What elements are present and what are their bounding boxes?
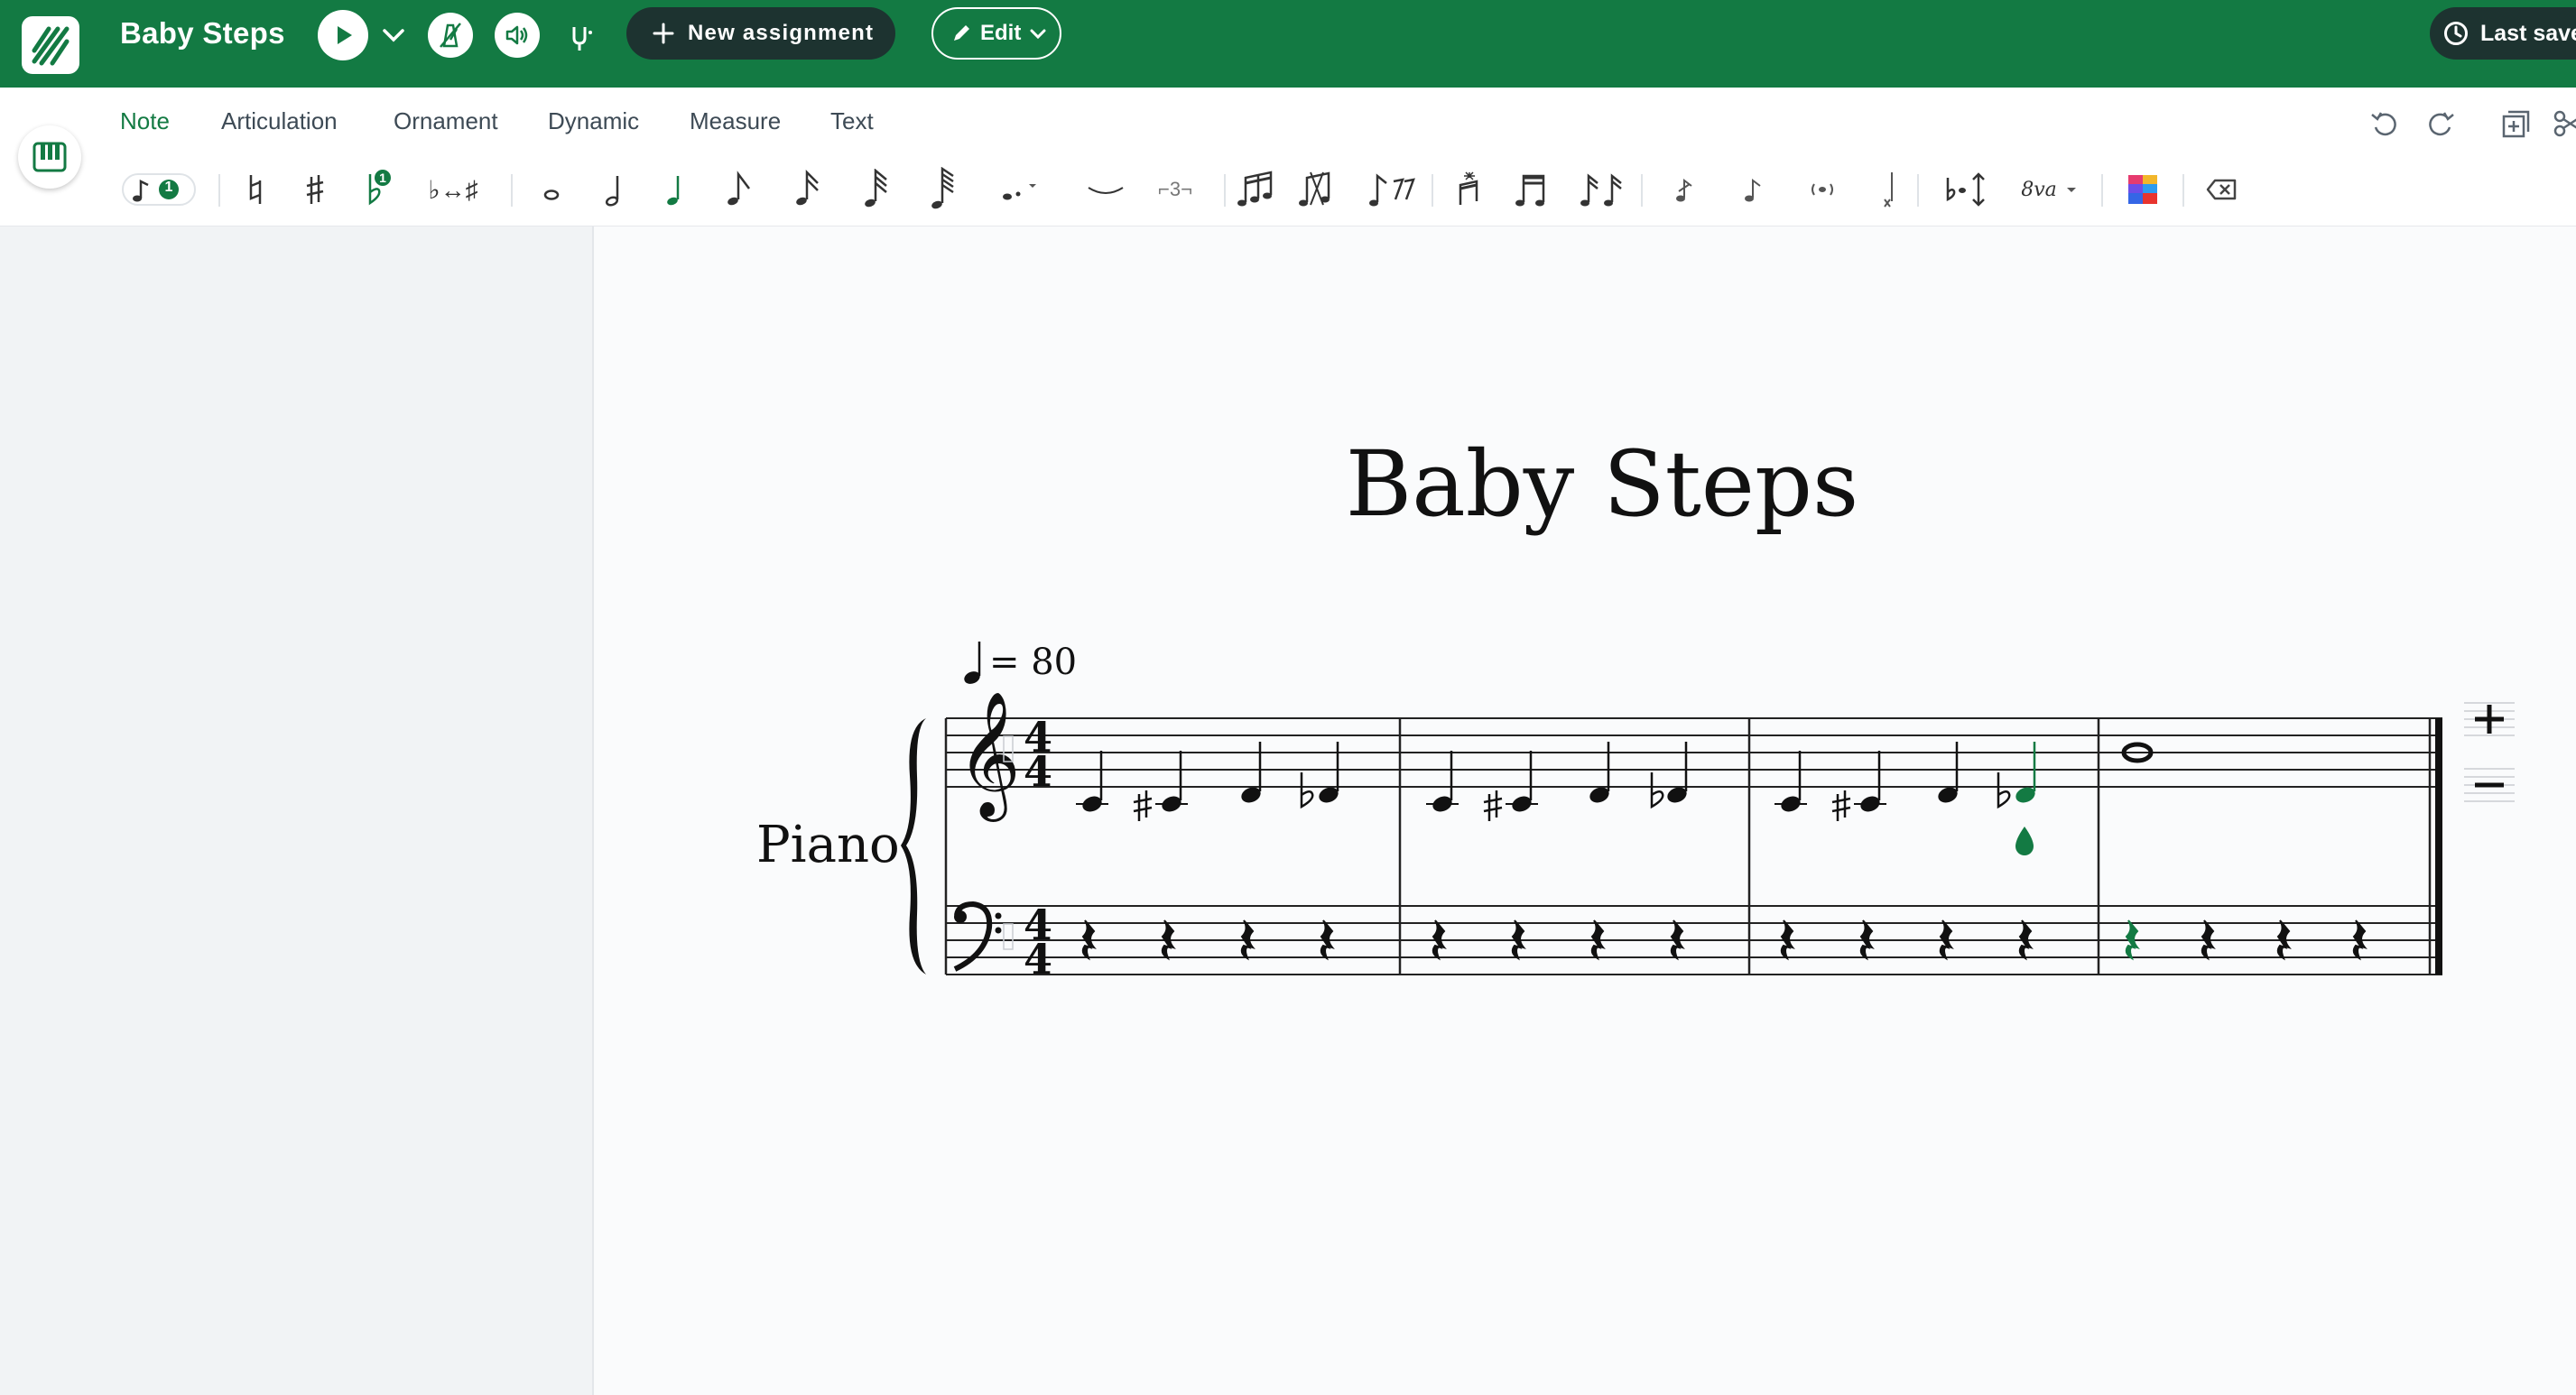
note-d-flat-4 bbox=[1997, 772, 2011, 809]
note-d-flat-4 bbox=[1650, 742, 1688, 809]
svg-text:4: 4 bbox=[1024, 747, 1052, 796]
selected-note-d-flat-4 bbox=[2015, 742, 2036, 803]
grand-staff-brace bbox=[901, 718, 926, 975]
note-drag-handle[interactable] bbox=[2015, 827, 2034, 855]
treble-clef: 𝄞 bbox=[957, 691, 1021, 822]
svg-text:4: 4 bbox=[1024, 935, 1052, 984]
note-d-flat-4 bbox=[1300, 742, 1339, 809]
final-barline bbox=[2435, 718, 2442, 975]
score-staves: 𝄞 44 44 bbox=[901, 691, 2442, 984]
note-c4 bbox=[1076, 751, 1108, 812]
treble-staff bbox=[946, 717, 2442, 788]
bass-clef bbox=[953, 901, 1002, 972]
remove-staff-button[interactable] bbox=[2462, 763, 2516, 805]
add-staff-button[interactable] bbox=[2462, 698, 2516, 739]
note-d4 bbox=[1589, 742, 1610, 803]
treble-notes[interactable] bbox=[1076, 742, 2154, 821]
time-signatures: 44 44 bbox=[1024, 713, 1052, 984]
note-d4 bbox=[1938, 742, 1959, 803]
note-c4 bbox=[1426, 751, 1459, 812]
note-d4 bbox=[1241, 742, 1262, 803]
note-c4 bbox=[1774, 751, 1807, 812]
